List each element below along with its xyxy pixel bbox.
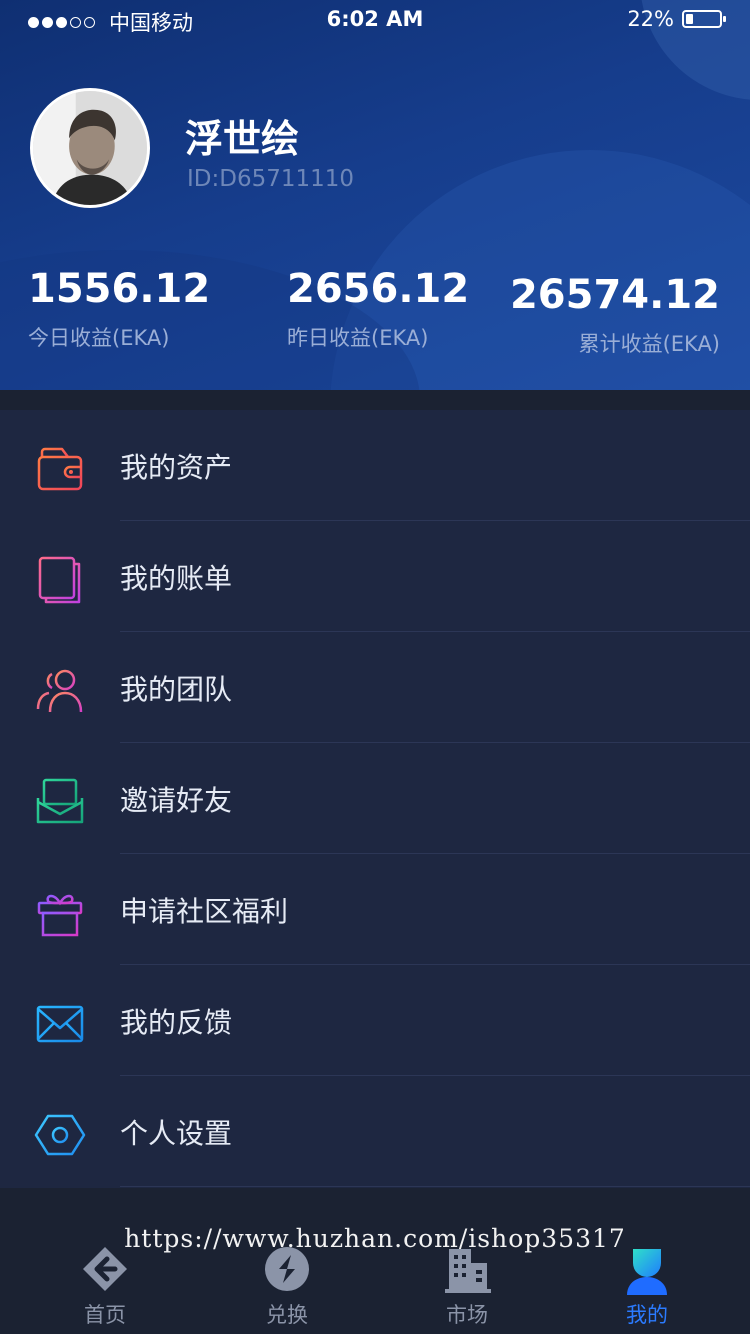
profile-person-icon — [619, 1243, 675, 1299]
avatar[interactable] — [30, 88, 150, 208]
avatar-photo — [33, 91, 147, 205]
gift-icon — [34, 887, 86, 939]
menu-item-label: 邀请好友 — [120, 784, 233, 817]
menu-item-my-team[interactable]: 我的团队 — [0, 632, 750, 743]
home-logo-icon — [77, 1243, 133, 1299]
profile-header: 中国移动 6:02 AM 22% 浮世绘 ID:D65711110 1556.1… — [0, 0, 750, 390]
stat-yesterday-earnings: 2656.12 昨日收益(EKA) — [287, 266, 469, 352]
menu-item-community-benefits[interactable]: 申请社区福利 — [0, 854, 750, 965]
user-id: ID:D65711110 — [187, 166, 355, 192]
battery-status: 22% — [627, 7, 726, 31]
menu-item-label: 个人设置 — [120, 1117, 233, 1150]
stat-value: 1556.12 — [28, 266, 211, 312]
stat-today-earnings: 1556.12 今日收益(EKA) — [28, 266, 210, 352]
market-building-icon — [439, 1243, 495, 1299]
menu-item-my-bills[interactable]: 我的账单 — [0, 521, 750, 632]
menu-list: 我的资产 我的账单 我的团队 邀请好友 申请社区福利 我的反馈 个人设置 — [0, 410, 750, 1188]
tab-label: 我的 — [626, 1303, 668, 1327]
tab-market[interactable]: 市场 — [392, 1243, 542, 1329]
tab-label: 市场 — [446, 1303, 488, 1327]
menu-item-label: 申请社区福利 — [120, 895, 289, 928]
stat-value: 26574.12 — [509, 272, 720, 318]
stat-label: 累计收益(EKA) — [578, 332, 720, 356]
user-name: 浮世绘 — [185, 117, 300, 161]
envelope-icon — [34, 998, 86, 1050]
menu-item-invite-friends[interactable]: 邀请好友 — [0, 743, 750, 854]
tab-exchange[interactable]: 兑换 — [212, 1243, 362, 1329]
menu-item-my-assets[interactable]: 我的资产 — [0, 410, 750, 521]
bill-icon — [34, 554, 86, 606]
menu-item-label: 我的资产 — [120, 451, 233, 484]
tab-label: 兑换 — [266, 1303, 308, 1327]
menu-item-label: 我的反馈 — [120, 1006, 233, 1039]
stat-label: 今日收益(EKA) — [28, 326, 170, 350]
stat-total-earnings: 26574.12 累计收益(EKA) — [510, 272, 720, 358]
tab-bar: https://www.huzhan.com/ishop35317 首页 兑换 — [0, 1188, 750, 1334]
status-bar: 中国移动 6:02 AM 22% — [0, 0, 750, 40]
battery-icon — [682, 10, 726, 28]
menu-item-label: 我的团队 — [120, 673, 233, 706]
exchange-icon — [259, 1243, 315, 1299]
stat-value: 2656.12 — [287, 266, 470, 312]
tab-mine[interactable]: 我的 — [572, 1243, 722, 1329]
wallet-icon — [34, 443, 86, 495]
tab-label: 首页 — [84, 1303, 126, 1327]
invite-mail-icon — [34, 776, 86, 828]
stat-label: 昨日收益(EKA) — [287, 326, 429, 350]
menu-item-personal-settings[interactable]: 个人设置 — [0, 1076, 750, 1187]
divider — [120, 1186, 750, 1187]
team-icon — [34, 665, 86, 717]
tab-home[interactable]: 首页 — [30, 1243, 180, 1329]
menu-item-my-feedback[interactable]: 我的反馈 — [0, 965, 750, 1076]
settings-hexagon-icon — [34, 1109, 86, 1161]
battery-percent: 22% — [627, 7, 674, 31]
menu-item-label: 我的账单 — [120, 562, 233, 595]
